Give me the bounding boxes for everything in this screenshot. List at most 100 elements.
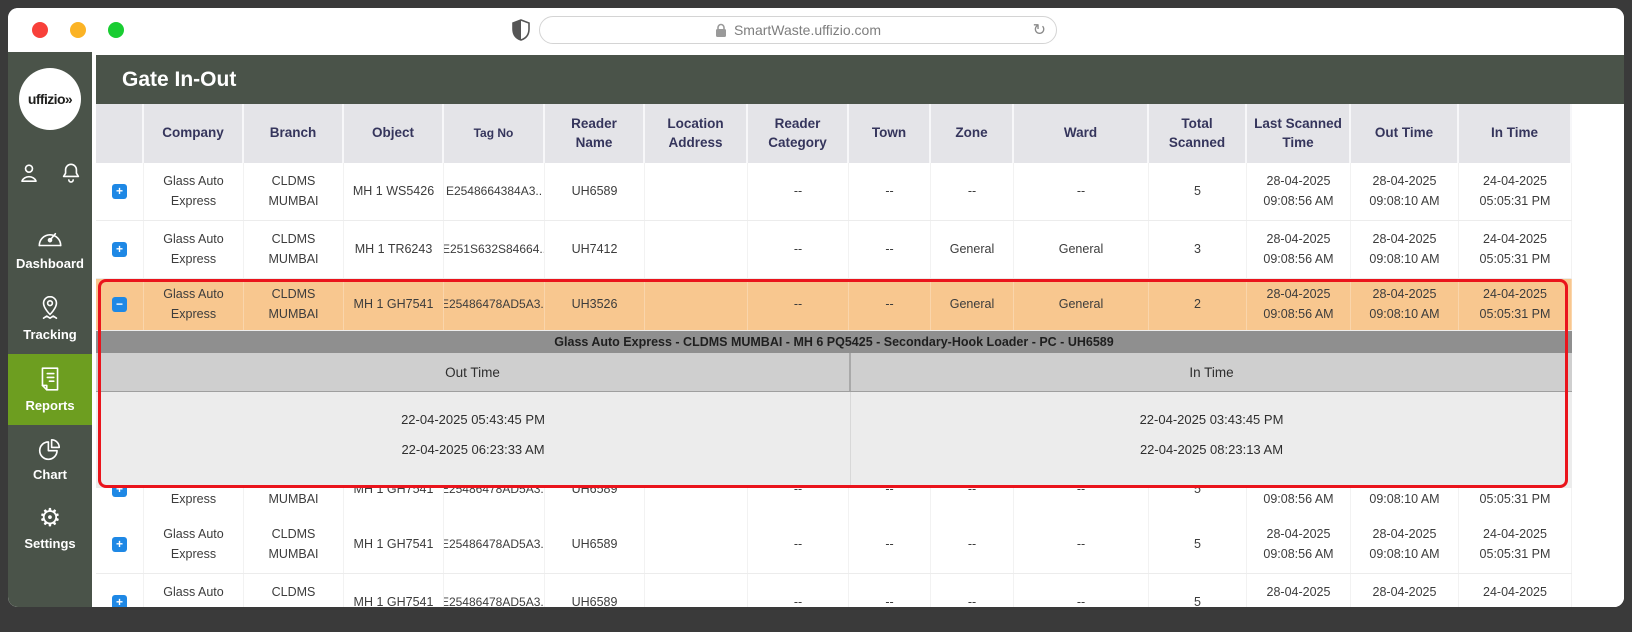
column-header-reader-category: Reader Category [748, 104, 849, 163]
sidebar-item-reports[interactable]: Reports [8, 354, 92, 425]
column-header-ward: Ward [1014, 104, 1149, 163]
out-time-value: 22-04-2025 05:43:45 PM [401, 412, 545, 427]
pie-chart-icon [37, 436, 63, 462]
table-cell: 28-04-2025 09:08:56 AM [1247, 163, 1351, 220]
table-cell: MH 1 GH7541 [344, 574, 444, 607]
refresh-icon: ↻ [1032, 22, 1046, 39]
table-row: − Glass Auto Express CLDMS MUMBAI MH 1 GH75… [96, 279, 1572, 331]
expand-cell: + [96, 163, 144, 220]
column-header-in-time: In Time [1459, 104, 1572, 163]
column-header-object: Object [344, 104, 444, 163]
expand-row-button[interactable]: + [112, 184, 127, 199]
dashboard-icon [35, 225, 65, 251]
table-cell: General [1014, 279, 1149, 330]
column-header-town: Town [849, 104, 931, 163]
subtable-body: 22-04-2025 05:43:45 PM 22-04-2025 06:23:… [96, 392, 1572, 488]
table-cell: 28-04-2025 09:08:10 AM [1351, 221, 1459, 278]
minimize-button[interactable] [70, 22, 86, 38]
table-cell: 5 [1149, 574, 1247, 607]
expand-row-button[interactable]: + [112, 595, 127, 607]
table-cell: Glass Auto Express [144, 221, 244, 278]
table-cell: UH6589 [545, 516, 645, 573]
gear-icon: ⚙ [38, 503, 62, 532]
bell-icon[interactable] [58, 160, 84, 186]
in-time-value: 22-04-2025 08:23:13 AM [1139, 442, 1284, 457]
table-cell: 28-04-2025 09:08:10 AM [1351, 516, 1459, 573]
column-header-branch: Branch [244, 104, 344, 163]
table-cell: 5 [1149, 163, 1247, 220]
table-cell [645, 279, 748, 330]
url-text: SmartWaste.uffizio.com [733, 22, 882, 38]
sidebar: uffizio» Dashboard Tracking Reports Char… [8, 52, 92, 607]
sidebar-item-chart[interactable]: Chart [8, 425, 92, 494]
table-cell: 2 [1149, 279, 1247, 330]
user-icon[interactable] [16, 160, 42, 186]
table-cell: 28-04-2025 09:08:56 AM [1247, 488, 1351, 516]
table-cell: E25486478AD5A3.. [444, 574, 545, 607]
expand-cell: + [96, 488, 144, 516]
close-button[interactable] [32, 22, 48, 38]
table-cell: -- [748, 516, 849, 573]
table-cell: -- [748, 574, 849, 607]
table-cell: 24-04-2025 05:05:31 PM [1459, 221, 1572, 278]
table-cell: UH6589 [545, 488, 645, 516]
table-cell: Glass Auto Express [144, 574, 244, 607]
table-cell: -- [1014, 488, 1149, 516]
table-cell: E25486478AD5A3.. [444, 488, 545, 516]
table-cell: Glass Auto Express [144, 163, 244, 220]
table-cell: 28-04-2025 09:08:56 AM [1247, 279, 1351, 330]
subtable-out-time-header: Out Time [96, 353, 851, 391]
table-cell: -- [748, 221, 849, 278]
expand-row-button[interactable]: + [112, 488, 127, 497]
table-row: + Glass Auto ExpressCLDMS MUMBAIMH 1 GH75… [96, 516, 1572, 574]
refresh-button[interactable]: ↻ [1033, 20, 1046, 40]
expand-cell: − [96, 279, 144, 330]
table-cell: -- [748, 279, 849, 330]
table-cell [645, 516, 748, 573]
report-document-icon [37, 365, 63, 393]
expanded-summary-text: Glass Auto Express - CLDMS MUMBAI - MH 6… [554, 335, 1114, 349]
table-cell: MH 1 TR6243 [344, 221, 444, 278]
table-cell: CLDMS MUMBAI [244, 279, 344, 330]
map-pin-icon [37, 294, 63, 322]
table-cell: -- [849, 574, 931, 607]
table-cell: CLDMS MUMBAI [244, 221, 344, 278]
sidebar-item-tracking[interactable]: Tracking [8, 283, 92, 354]
table-body-bottom: + Glass Auto Express CLDMS MUMBAI MH 1 GH75… [96, 516, 1572, 607]
table-cell: E251S632S84664.. [444, 221, 545, 278]
column-header-expand [96, 104, 144, 163]
table-cell: 28-04-2025 09:08:10 AM [1351, 574, 1459, 607]
table-cell [645, 221, 748, 278]
table-cell: UH6589 [545, 574, 645, 607]
expand-row-button[interactable]: + [112, 537, 127, 552]
expand-row-button[interactable]: + [112, 242, 127, 257]
shield-icon[interactable] [511, 19, 531, 41]
table-cell: 24-04-2025 05:05:31 PM [1459, 163, 1572, 220]
expand-cell: + [96, 221, 144, 278]
table-cell: -- [748, 488, 849, 516]
in-time-value: 22-04-2025 03:43:45 PM [1139, 412, 1284, 427]
logo-text: uffizio» [27, 91, 73, 107]
table-cell: 5 [1149, 488, 1247, 516]
table-cell: -- [849, 516, 931, 573]
table-cell: CLDMS MUMBAI [244, 574, 344, 607]
table-cell: -- [931, 488, 1014, 516]
table-row: + Glass Auto ExpressCLDMS MUMBAIMH 1 GH75… [96, 488, 1572, 516]
url-input[interactable]: SmartWaste.uffizio.com ↻ [539, 16, 1057, 44]
table-cell: MH 1 GH7541 [344, 488, 444, 516]
sidebar-item-settings[interactable]: ⚙ Settings [8, 494, 92, 563]
window-controls [32, 22, 124, 38]
table-cell: E25486478AD5A3.. [444, 279, 545, 330]
table-row: + Glass Auto Express CLDMS MUMBAI MH 1 WS54… [96, 163, 1572, 221]
collapse-row-button[interactable]: − [112, 297, 127, 312]
sidebar-item-label: Settings [24, 536, 76, 551]
table-cell: -- [1014, 163, 1149, 220]
zoom-button[interactable] [108, 22, 124, 38]
sidebar-item-dashboard[interactable]: Dashboard [8, 214, 92, 283]
column-header-last-scanned-time: Last Scanned Time [1247, 104, 1351, 163]
table-cell: UH7412 [545, 221, 645, 278]
lock-icon [715, 23, 727, 38]
table-body: + Glass Auto Express CLDMS MUMBAI MH 1 WS54… [96, 163, 1572, 279]
table-cell [645, 488, 748, 516]
column-header-location-address: Location Address [645, 104, 748, 163]
